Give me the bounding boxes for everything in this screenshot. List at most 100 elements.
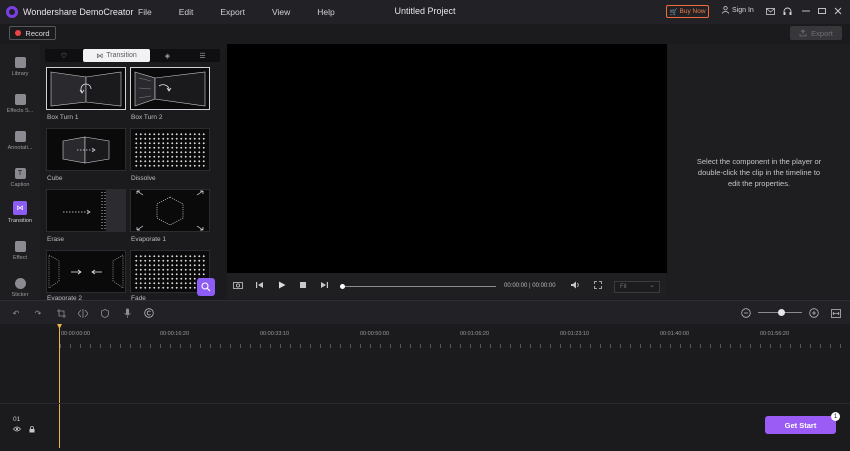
rail-item-library[interactable]: Library <box>0 50 40 86</box>
mail-icon[interactable] <box>764 5 776 17</box>
screenshot-camera-icon[interactable] <box>233 281 243 291</box>
fit-label: Fit <box>620 284 627 290</box>
rail-label: Transition <box>8 218 32 224</box>
sign-in-button[interactable]: Sign In <box>722 6 754 14</box>
rail-label: Effects S... <box>6 108 34 114</box>
ruler-label: 00:00:00:00 <box>61 331 91 337</box>
maximize-icon[interactable] <box>816 5 828 17</box>
redo-icon[interactable]: ↷ <box>33 308 43 318</box>
properties-panel: Select the component in the player or do… <box>668 44 850 299</box>
rail-item-effect[interactable]: Effect <box>0 234 40 270</box>
folder-icon <box>14 57 26 68</box>
timeline-ruler[interactable]: 00:00:00:00 00:00:16:20 00:00:33:10 00:0… <box>0 324 850 348</box>
timeline-zoom-slider-knob[interactable] <box>778 309 785 316</box>
ruler-label: 00:01:40:00 <box>660 331 690 337</box>
track-lock-icon[interactable] <box>29 426 35 435</box>
title-bar: Wondershare DemoCreator File Edit Export… <box>0 0 850 24</box>
rail-label: Annotati... <box>7 145 33 151</box>
erase-preview <box>63 190 125 231</box>
rail-item-caption[interactable]: T Caption <box>0 161 40 197</box>
tile-label: Erase <box>47 236 64 243</box>
rail-label: Sticker <box>11 292 29 298</box>
minimize-icon[interactable] <box>800 5 812 17</box>
volume-icon[interactable] <box>571 281 580 291</box>
step-forward-icon[interactable] <box>320 281 328 291</box>
properties-hint: Select the component in the player or do… <box>696 157 822 188</box>
transition-tile-evaporate-1[interactable] <box>130 189 210 232</box>
stop-icon[interactable] <box>299 281 307 291</box>
annotation-icon <box>14 131 26 142</box>
transition-tile-box-turn-2[interactable] <box>130 67 210 110</box>
tile-label: Cube <box>47 175 63 182</box>
playhead[interactable] <box>59 324 60 448</box>
play-icon[interactable] <box>278 281 286 291</box>
close-icon[interactable] <box>832 5 844 17</box>
get-start-button[interactable]: Get Start <box>765 416 836 434</box>
undo-icon[interactable]: ↶ <box>11 308 21 318</box>
transition-tile-dissolve[interactable] <box>130 128 210 171</box>
transition-tile-evaporate-2[interactable] <box>46 250 126 293</box>
buy-now-label: Buy Now <box>679 8 706 15</box>
marker-shield-icon[interactable] <box>100 308 110 318</box>
transition-tile-erase[interactable] <box>46 189 126 232</box>
headset-icon[interactable] <box>781 5 793 17</box>
track-visibility-eye-icon[interactable] <box>12 426 22 434</box>
player-timecode: 00:00:00 | 00:00:00 <box>504 283 556 289</box>
record-dot-icon <box>15 30 22 36</box>
buy-now-button[interactable]: 🛒 Buy Now <box>666 5 709 18</box>
fullscreen-icon[interactable] <box>594 281 602 291</box>
ruler-label: 00:00:50:00 <box>360 331 390 337</box>
tab-transition[interactable]: ⋈ Transition <box>83 49 150 62</box>
playback-progress-knob[interactable] <box>340 284 345 289</box>
ruler-label: 00:00:33:10 <box>260 331 290 337</box>
copyright-icon[interactable] <box>144 308 154 318</box>
fit-timeline-icon[interactable] <box>831 308 841 318</box>
heart-icon: ♡ <box>60 52 68 60</box>
record-bar: Record Export <box>0 24 850 44</box>
menu-view[interactable]: View <box>272 7 290 17</box>
tile-label: Box Turn 1 <box>47 114 79 121</box>
tab-transition-label: Transition <box>106 52 137 59</box>
rail-label: Caption <box>10 182 30 188</box>
menu-export[interactable]: Export <box>220 7 245 17</box>
transition-panel: ♡ ⋈ Transition ◈ ☰ Box Turn 1 Box Turn 2… <box>41 44 261 302</box>
zoom-out-icon[interactable] <box>741 308 751 318</box>
upload-icon <box>799 29 807 37</box>
microphone-icon[interactable] <box>122 308 132 318</box>
step-back-icon[interactable] <box>256 281 264 291</box>
tab-diamond[interactable]: ◈ <box>150 49 185 62</box>
transition-tile-box-turn-1[interactable] <box>46 67 126 110</box>
rail-item-annotation[interactable]: Annotati... <box>0 124 40 160</box>
ruler-ticks <box>60 344 850 348</box>
cube-preview <box>62 136 110 164</box>
tab-list[interactable]: ☰ <box>185 49 220 62</box>
rail-item-transition[interactable]: ⋈ Transition <box>0 196 40 232</box>
ruler-label: 00:01:56:20 <box>760 331 790 337</box>
preview-player[interactable] <box>227 44 667 273</box>
notification-badge: 1 <box>831 412 840 421</box>
crop-icon[interactable] <box>56 308 66 318</box>
transition-tile-cube[interactable] <box>46 128 126 171</box>
export-button[interactable]: Export <box>790 26 842 40</box>
box-turn-2-preview <box>134 71 206 107</box>
record-button[interactable]: Record <box>9 26 56 40</box>
menu-edit[interactable]: Edit <box>179 7 194 17</box>
rail-item-effects-store[interactable]: Effects S... <box>0 87 40 123</box>
zoom-in-icon[interactable] <box>809 308 819 318</box>
zoom-fit-select[interactable]: Fit <box>614 281 660 293</box>
tab-favorites[interactable]: ♡ <box>45 49 83 62</box>
timeline[interactable]: 00:00:00:00 00:00:16:20 00:00:33:10 00:0… <box>0 324 850 451</box>
track-number: 01 <box>13 416 21 423</box>
ruler-label: 00:00:16:20 <box>160 331 190 337</box>
dissolve-dots-preview <box>134 132 206 167</box>
menu-file[interactable]: File <box>138 7 152 17</box>
playback-progress-track[interactable] <box>342 286 496 287</box>
search-button[interactable] <box>197 278 215 296</box>
get-start-label: Get Start <box>784 420 817 430</box>
export-label: Export <box>811 28 833 38</box>
split-icon[interactable] <box>78 308 88 318</box>
tile-label: Box Turn 2 <box>131 114 163 121</box>
menu-help[interactable]: Help <box>317 7 334 17</box>
record-label: Record <box>25 28 50 38</box>
badge-count: 1 <box>833 413 838 420</box>
